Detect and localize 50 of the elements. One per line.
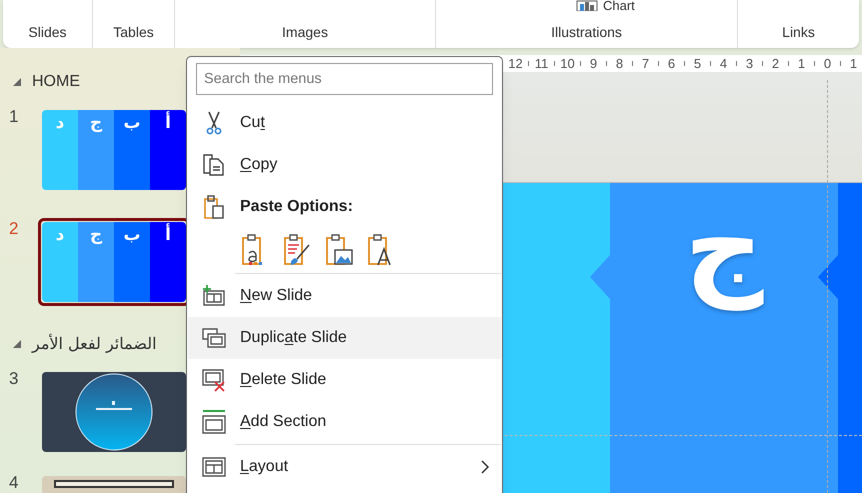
slide-letter: ج [684,181,764,313]
ruler-number: 12 [507,57,524,70]
slide-number: 1 [8,110,20,128]
scissors-icon [204,111,224,135]
ruler-number: 0 [822,57,832,70]
layout-icon [202,456,226,478]
ruler-number: 2 [770,57,780,70]
slide-letter: ج [90,112,102,135]
section-title[interactable]: HOME [32,70,80,94]
slide-letter: أ [165,224,171,247]
clipboard-icon [203,194,225,220]
slide-letter: ب [123,112,141,135]
ribbon-group-label: Illustrations [551,23,622,42]
copy-icon [202,153,226,177]
slide-letter: د [56,224,64,247]
search-field[interactable]: Search the menus [196,63,493,95]
ruler-number: 5 [692,57,702,70]
add-section-icon [202,410,226,434]
ruler-number: 4 [718,57,728,70]
ruler-number: 1 [796,57,806,70]
ruler-number: 6 [666,57,676,70]
collapse-triangle-icon[interactable] [12,339,22,349]
ribbon-group-label: Links [782,23,815,42]
slide-number: 4 [8,476,20,493]
slide-thumbnail[interactable] [42,372,186,452]
paste-options-heading: Paste Options: [240,197,353,217]
delete-slide-icon [202,368,226,392]
ruler-number: 1 [848,57,858,70]
ruler-number: 3 [744,57,754,70]
ribbon-group-label: Images [282,23,328,42]
ruler-number: 8 [614,57,624,70]
slide-number: 2 [8,222,20,240]
ruler-number: 9 [588,57,598,70]
ruler-number: 11 [534,57,550,70]
slide-letter: د [56,112,64,135]
collapse-triangle-icon[interactable] [12,77,22,87]
ribbon-group-label: Slides [28,23,67,42]
section-title[interactable]: الضمائر لفعل الأمر [32,332,157,356]
chart-button[interactable]: Chart [576,0,635,12]
slide-letter: ب [123,224,141,247]
slide-letter: ج [90,224,102,247]
ruler-number: 10 [559,57,576,70]
slide-letter: أ [165,112,171,135]
duplicate-slide-icon [202,327,226,349]
new-slide-icon [202,285,226,307]
slide-thumbnail[interactable]: أ ب ج د [42,110,186,190]
slide-number: 3 [8,372,20,390]
ribbon-group-label: Tables [113,23,154,42]
menu-item[interactable]: Duplicate Slide [188,317,501,359]
ruler-number: 7 [640,57,650,70]
